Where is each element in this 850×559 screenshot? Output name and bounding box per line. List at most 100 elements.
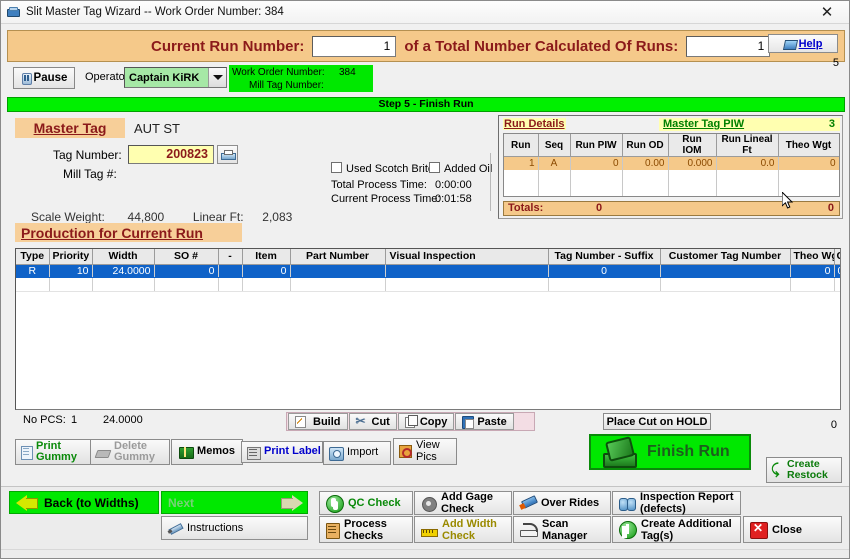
instructions-label: Instructions: [187, 522, 244, 534]
tag-number-field[interactable]: 200823: [128, 145, 214, 164]
cell-customer-tag-number: [660, 264, 791, 278]
build-label: Build: [313, 415, 341, 428]
window-close-button[interactable]: ✕: [805, 1, 849, 24]
back-label: Back (to Widths): [44, 495, 139, 510]
operator-select[interactable]: Captain KiRK: [124, 67, 227, 88]
clipboard-icon: [462, 415, 475, 429]
import-button[interactable]: Import: [323, 441, 391, 465]
table-row[interactable]: R 10 24.0000 0 0 0 0 003: [16, 264, 840, 278]
master-tag-piw-label: Master Tag PIW: [663, 118, 745, 130]
build-button[interactable]: Build: [288, 413, 348, 430]
delete-gummy-button[interactable]: Delete Gummy: [90, 439, 170, 465]
total-runs-label: of a Total Number Calculated Of Runs:: [404, 37, 679, 55]
copy-icon: [404, 414, 418, 428]
process-checks-label: Process Checks: [344, 517, 387, 542]
title-bar: Slit Master Tag Wizard -- Work Order Num…: [1, 1, 849, 24]
add-gage-check-button[interactable]: Add Gage Check: [414, 491, 512, 515]
current-run-input[interactable]: 1: [312, 35, 397, 57]
production-header-label: Production for Current Run: [21, 224, 203, 241]
totals-label: Totals:: [508, 202, 544, 214]
status-divider: [1, 549, 849, 550]
vertical-divider: [490, 153, 491, 211]
summary-width-value: 24.0000: [103, 414, 143, 426]
over-rides-button[interactable]: Over Rides: [513, 491, 611, 515]
cut-button[interactable]: Cut: [348, 413, 397, 430]
instructions-button[interactable]: Instructions: [161, 516, 308, 540]
arrow-left-icon: [16, 494, 38, 512]
back-button[interactable]: Back (to Widths): [9, 491, 159, 514]
run-number-banner: Current Run Number: 1 of a Total Number …: [7, 30, 845, 62]
copy-label: Copy: [419, 415, 448, 428]
col-tag-number-suffix: Tag Number - Suffix: [548, 249, 661, 265]
close-icon: [750, 521, 768, 539]
pencil-icon: [168, 522, 182, 534]
current-process-time-row: Current Process Time: 0:01:58: [331, 193, 472, 205]
scan-manager-button[interactable]: Scan Manager: [513, 516, 611, 543]
finish-run-label: Finish Run: [647, 443, 730, 460]
gear-icon: [421, 496, 437, 512]
create-additional-tags-button[interactable]: Create Additional Tag(s): [612, 516, 741, 543]
total-runs-input[interactable]: 1: [686, 35, 771, 57]
checkbox-box[interactable]: [331, 162, 342, 173]
memos-button[interactable]: Memos: [171, 439, 243, 465]
run-details-row[interactable]: 1 A 0 0.00 0.000 0.0 0: [504, 156, 839, 170]
col-cor: Cor: [834, 249, 840, 265]
arrow-right-icon: [281, 494, 303, 512]
print-gummy-button[interactable]: Print Gummy: [15, 439, 100, 465]
print-label-button[interactable]: Print Label: [241, 441, 323, 463]
inspection-report-label: Inspection Report (defects): [640, 491, 734, 515]
col-seq: Seq: [538, 134, 571, 157]
close-button[interactable]: Close: [743, 516, 842, 543]
cell-item: 0: [242, 264, 291, 278]
run-details-grid[interactable]: Run Seq Run PIW Run OD Run IOM Run Linea…: [503, 133, 840, 197]
finish-run-button[interactable]: Finish Run: [589, 434, 751, 470]
label-icon: [247, 446, 261, 460]
view-pics-button[interactable]: View Pics: [393, 438, 457, 465]
production-grid[interactable]: Type Priority Width SO # - Item Part Num…: [15, 248, 841, 410]
run-details-title: Run Details: [503, 118, 566, 130]
step-bar: Step 5 - Finish Run: [7, 97, 845, 112]
col-so: SO #: [154, 249, 219, 265]
total-process-time-label: Total Process Time:: [331, 179, 427, 191]
linear-ft-label: Linear Ft:: [192, 210, 244, 224]
work-order-value: 384: [339, 67, 356, 78]
used-scotch-brite-checkbox[interactable]: Used Scotch Brite: [331, 162, 434, 175]
window-title: Slit Master Tag Wizard -- Work Order Num…: [26, 6, 284, 18]
create-restock-button[interactable]: Create Restock: [766, 457, 842, 483]
process-checks-button[interactable]: Process Checks: [319, 516, 413, 543]
next-button[interactable]: Next: [161, 491, 308, 514]
print-tag-button[interactable]: [217, 145, 238, 164]
paste-button[interactable]: Paste: [455, 413, 514, 430]
eraser-icon: [96, 447, 110, 458]
pause-button[interactable]: Pause: [13, 67, 75, 89]
inspection-report-button[interactable]: Inspection Report (defects): [612, 491, 741, 515]
scale-weight-row: Scale Weight: 44,800 Linear Ft: 2,083: [31, 210, 292, 224]
linear-ft-value: 2,083: [262, 210, 293, 224]
master-tag-tab[interactable]: Master Tag: [15, 118, 125, 138]
master-tag-piw: Master Tag PIW 3: [659, 118, 840, 131]
work-order-label: Work Order Number:: [232, 67, 325, 78]
checkbox-box[interactable]: [429, 162, 440, 173]
mill-tag-label: Mill Tag #:: [63, 167, 117, 181]
ruler-icon: [421, 523, 438, 537]
add-width-check-button[interactable]: Add Width Check: [414, 516, 512, 543]
added-oil-checkbox[interactable]: Added Oil: [429, 162, 492, 175]
qc-check-button[interactable]: QC Check: [319, 491, 413, 515]
app-icon: [7, 6, 21, 19]
table-row-empty[interactable]: [16, 277, 840, 292]
restock-icon: [771, 461, 784, 478]
printer-icon: [221, 149, 236, 160]
paste-label: Paste: [477, 415, 507, 428]
col-theo-wgt: Theo Wgt: [790, 249, 835, 265]
cell-theo-wgt: 0: [778, 156, 839, 170]
place-cut-on-hold-button[interactable]: Place Cut on HOLD: [603, 413, 711, 430]
run-details-empty-row[interactable]: .......: [504, 169, 839, 182]
bottom-toolbar: Back (to Widths) Next Instructions QC Ch…: [1, 486, 849, 558]
help-button[interactable]: Help: [768, 34, 838, 53]
grid-header-row: Type Priority Width SO # - Item Part Num…: [16, 249, 840, 265]
mouse-cursor-icon: [782, 192, 794, 209]
cell-width: 24.0000: [92, 264, 155, 278]
chevron-down-icon[interactable]: [208, 68, 226, 87]
cell-dash: [218, 264, 243, 278]
copy-button[interactable]: Copy: [397, 413, 455, 430]
